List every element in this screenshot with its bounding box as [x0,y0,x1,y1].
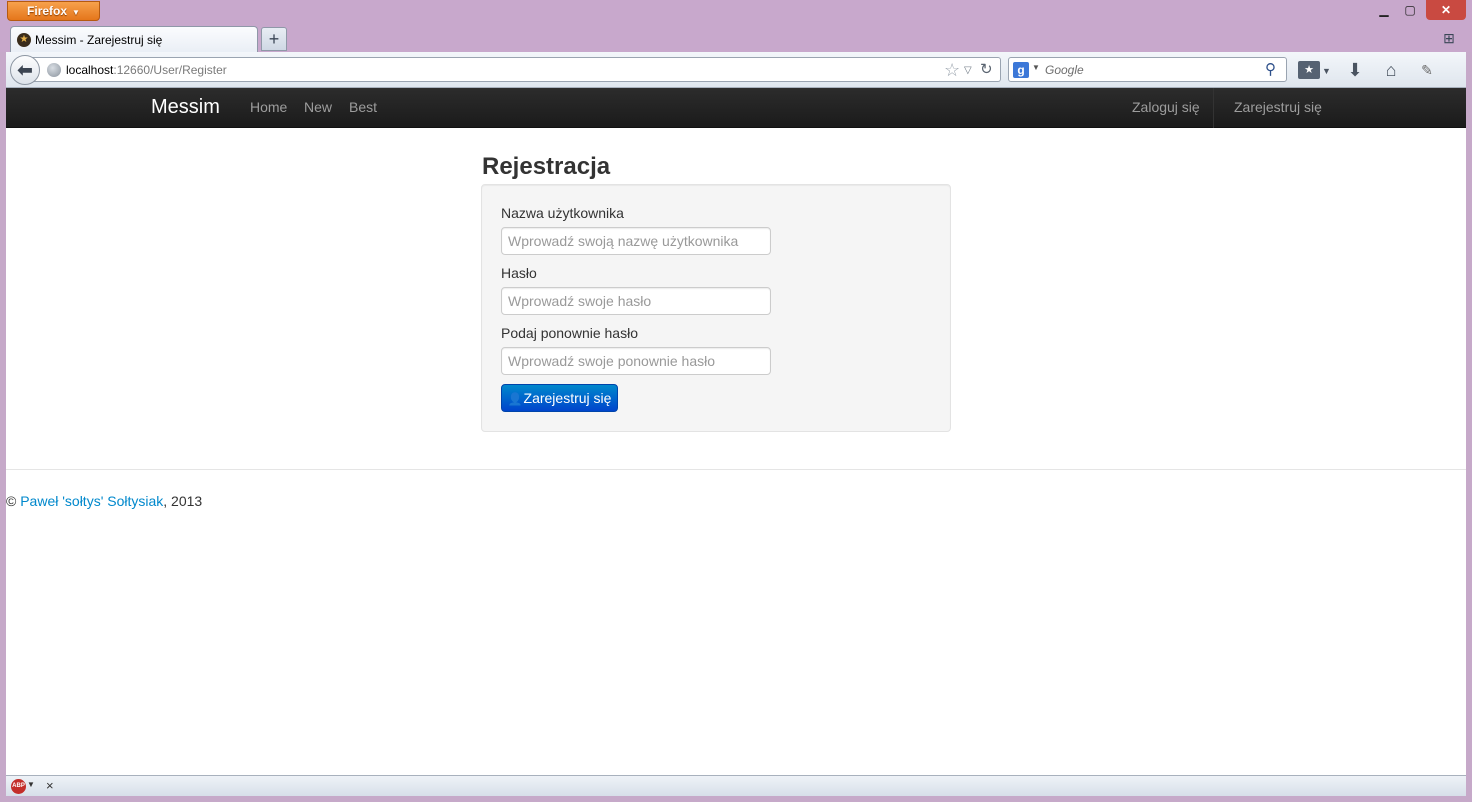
password-input[interactable] [501,287,771,315]
downloads-icon[interactable]: ⬇ [1346,60,1364,80]
bookmark-star-icon[interactable]: ☆ [944,60,960,80]
url-host: localhost [66,63,114,77]
adblock-plus-icon[interactable]: ABP [11,779,26,794]
confirm-password-label: Podaj ponownie hasło [501,325,638,341]
maximize-button[interactable]: ▢ [1397,0,1423,20]
search-bar[interactable]: g ▼ Google ⚲ [1008,57,1287,82]
nav-link-best[interactable]: Best [349,88,377,127]
nav-link-register[interactable]: Zarejestruj się [1234,88,1322,127]
close-window-button[interactable]: ✕ [1426,0,1466,20]
history-dropdown-icon[interactable]: ▽ [964,61,972,81]
close-addon-bar-icon[interactable]: × [46,777,54,795]
back-button[interactable]: ⬅ [10,55,40,85]
firefox-menu-button[interactable]: Firefox ▼ [7,1,100,21]
page-title: Rejestracja [482,153,611,180]
site-favicon-icon: ★ [17,33,31,47]
reload-icon[interactable]: ↻ [980,59,993,81]
home-icon[interactable]: ⌂ [1381,60,1401,80]
username-label: Nazwa użytkownika [501,205,624,221]
tab-active[interactable]: ★ Messim - Zarejestruj się [10,26,258,53]
new-tab-button[interactable]: + [261,27,287,51]
web-page: Messim Home New Best Zaloguj się Zarejes… [6,88,1466,775]
nav-divider [1213,88,1214,128]
search-engine-icon[interactable]: g [1013,62,1029,78]
site-identity-icon[interactable] [47,63,61,77]
adblock-dropdown-icon[interactable]: ▼ [27,780,35,789]
tab-strip: ★ Messim - Zarejestruj się + ⊞ [0,24,1472,53]
footer: © Paweł 'sołtys' Sołtysiak, 2013 [6,491,202,511]
url-text[interactable]: localhost:12660/User/Register [66,58,227,82]
engine-dropdown-icon[interactable]: ▼ [1032,63,1040,72]
nav-link-login[interactable]: Zaloguj się [1132,88,1200,127]
caret-down-icon: ▼ [72,8,80,17]
back-arrow-icon: ⬅ [17,60,33,80]
search-icon[interactable]: ⚲ [1265,60,1276,80]
minimize-button[interactable]: ▁ [1371,0,1397,20]
bookmarks-dropdown-icon[interactable]: ▼ [1322,61,1331,81]
site-brand[interactable]: Messim [151,88,220,126]
footer-divider [6,469,1466,470]
site-navbar: Messim Home New Best Zaloguj się Zarejes… [6,88,1466,128]
firefox-menu-label: Firefox [27,4,68,18]
footer-year: , 2013 [163,493,203,509]
user-icon: 👤 [507,392,523,406]
url-path: :12660/User/Register [113,63,227,77]
nav-link-home[interactable]: Home [250,88,287,127]
confirm-password-input[interactable] [501,347,771,375]
author-link[interactable]: Paweł 'sołtys' Sołtysiak [20,493,163,509]
nav-link-new[interactable]: New [304,88,332,127]
bookmarks-menu-icon[interactable]: ★ [1298,61,1320,79]
register-button-label: Zarejestruj się [523,390,612,406]
password-label: Hasło [501,265,537,281]
register-button[interactable]: 👤Zarejestruj się [501,384,618,412]
username-input[interactable] [501,227,771,255]
tab-title: Messim - Zarejestruj się [35,33,163,47]
copyright-symbol: © [6,493,17,509]
window-titlebar: Firefox ▼ ▁ ▢ ✕ [0,0,1472,24]
url-bar[interactable]: localhost:12660/User/Register ☆ ▽ ↻ [32,57,1001,82]
extension-icon[interactable]: ✎ [1416,60,1438,80]
addon-bar: ABP ▼ × [6,775,1466,796]
search-placeholder: Google [1045,63,1084,77]
tab-groups-icon[interactable]: ⊞ [1440,29,1458,47]
register-form: Nazwa użytkownika Hasło Podaj ponownie h… [481,184,951,432]
navigation-toolbar: localhost:12660/User/Register ☆ ▽ ↻ ⬅ g … [6,52,1466,88]
